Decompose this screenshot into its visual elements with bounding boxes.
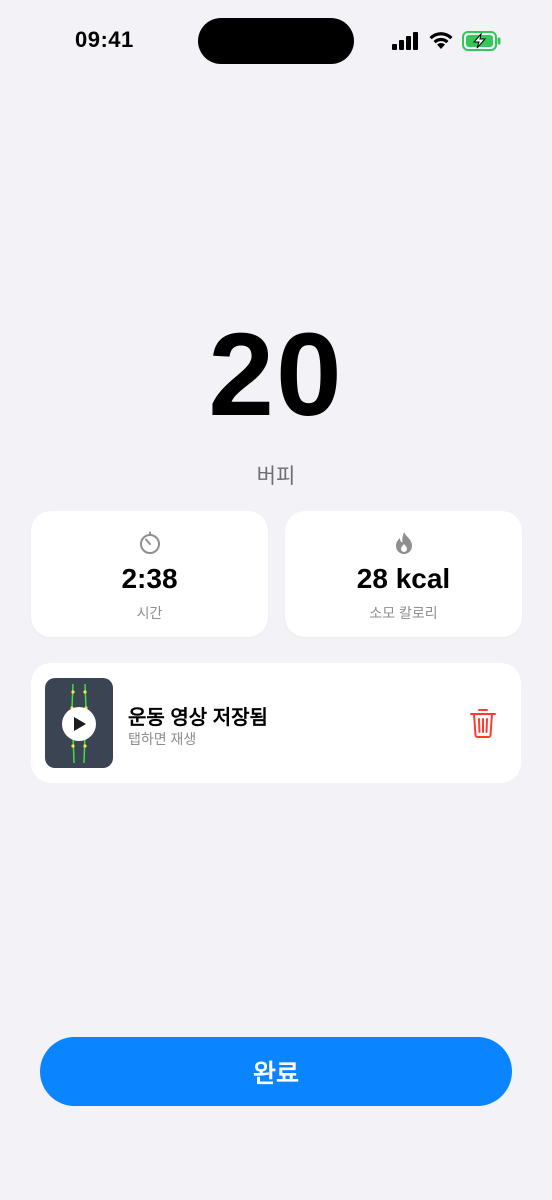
exercise-name: 버피 [256,465,296,488]
calories-label: 소모 칼로리 [369,605,438,621]
time-value: 2:38 [121,563,178,594]
done-button[interactable]: 완료 [40,1037,512,1106]
trash-icon [470,709,496,738]
time-label: 시간 [136,605,163,621]
calories-stat-card: 28 kcal 소모 칼로리 [285,511,522,637]
play-icon [74,717,86,731]
delete-video-button[interactable] [469,707,497,739]
status-icons [392,28,504,54]
rep-count: 20 [208,309,344,441]
dynamic-island [198,18,354,64]
status-time: 09:41 [75,27,134,52]
play-button[interactable] [62,707,96,741]
video-thumbnail[interactable] [45,678,113,768]
battery-charging-icon [462,31,501,51]
saved-video-card[interactable]: 운동 영상 저장됨 탭하면 재생 [31,663,521,783]
calories-value: 28 kcal [356,563,451,594]
workout-summary-screen: 09:41 20 버피 2:38 시간 28 kcal 소모 칼로리 운동 영상… [0,0,552,1200]
video-subtitle: 탭하면 재생 [128,731,197,747]
time-stat-card: 2:38 시간 [31,511,268,637]
wifi-icon [429,32,453,49]
timer-icon [139,531,160,554]
flame-icon [395,532,412,554]
signal-icon [392,32,418,50]
video-title: 운동 영상 저장됨 [128,707,268,729]
